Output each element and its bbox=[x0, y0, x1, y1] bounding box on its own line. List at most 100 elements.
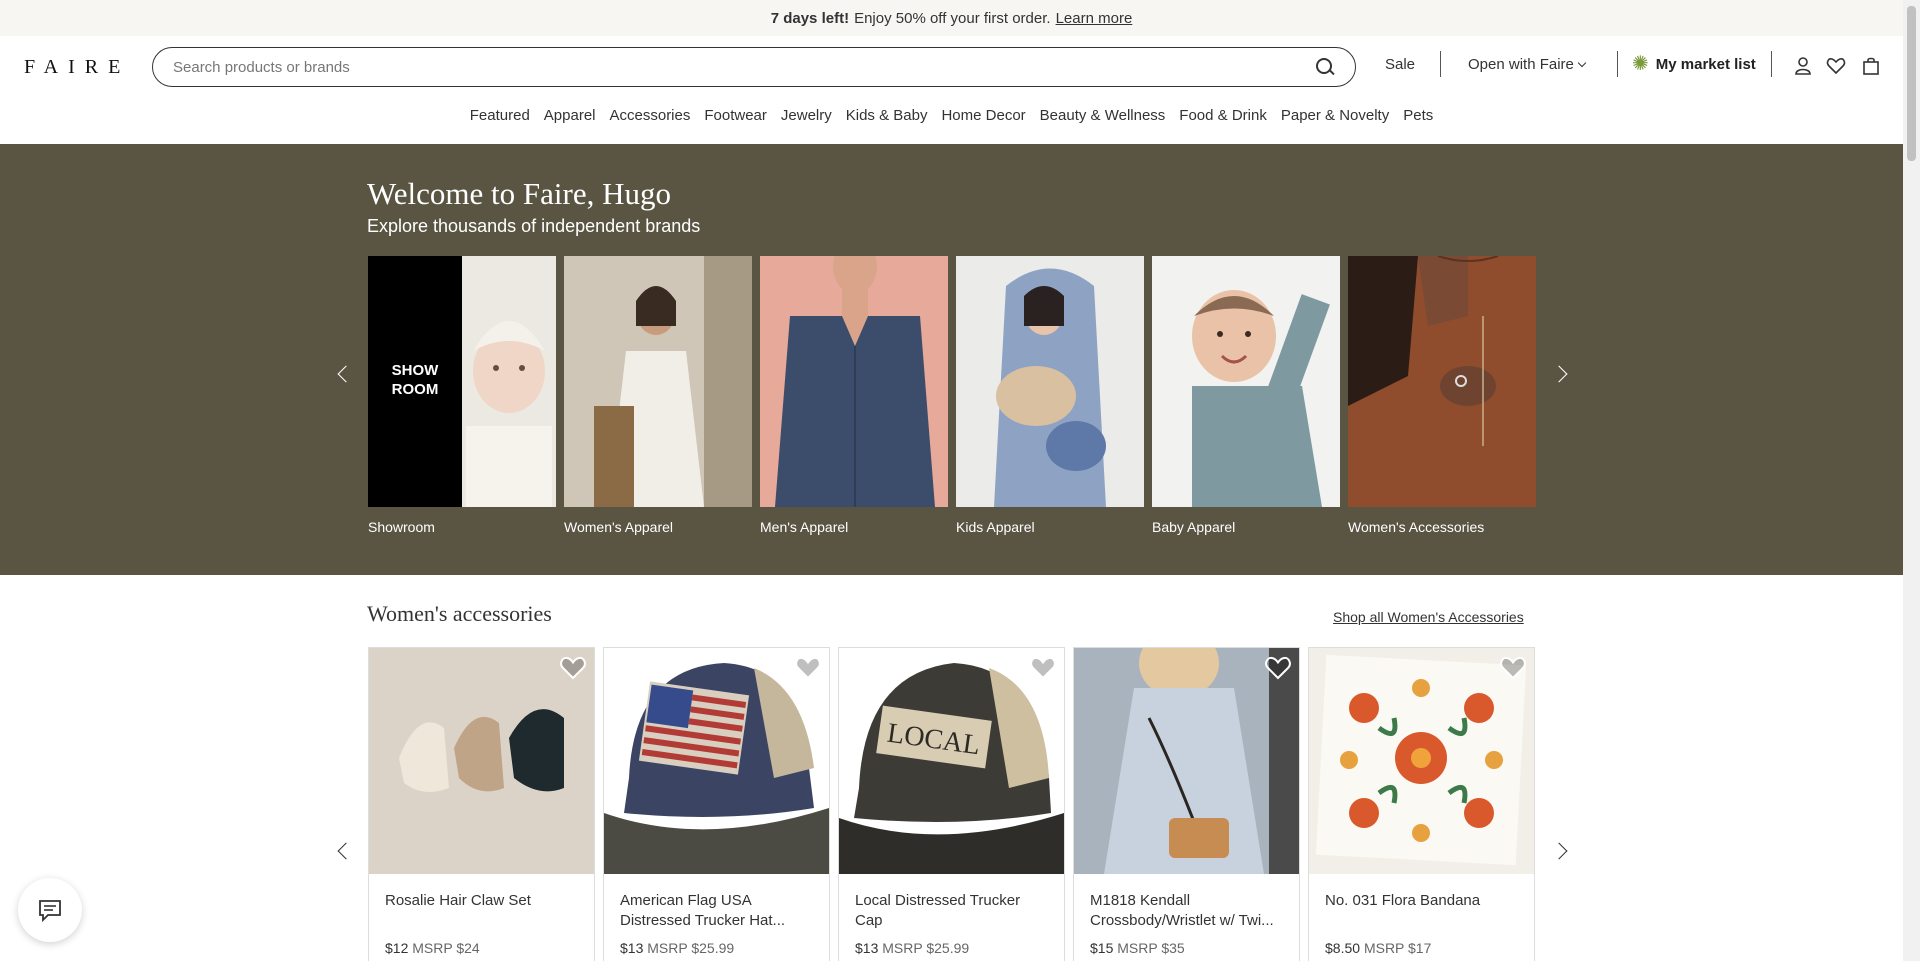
open-with-faire-dropdown[interactable]: Open with Faire bbox=[1468, 56, 1587, 73]
sale-link[interactable]: Sale bbox=[1385, 56, 1415, 73]
product-price: $12 MSRP $24 bbox=[369, 940, 594, 956]
product-image bbox=[369, 648, 594, 874]
heart-icon[interactable] bbox=[1030, 656, 1056, 680]
faire-logo[interactable]: FAIRE bbox=[24, 56, 130, 79]
product-image bbox=[1074, 648, 1299, 874]
product-image: LOCAL bbox=[839, 648, 1064, 874]
category-card-mens-apparel[interactable]: Men's Apparel bbox=[760, 256, 948, 535]
category-card-kids-apparel[interactable]: Kids Apparel bbox=[956, 256, 1144, 535]
nav-item-featured[interactable]: Featured bbox=[463, 107, 537, 124]
site-header: FAIRE Sale Open with Faire ✺ My market l… bbox=[0, 36, 1903, 96]
product-name[interactable]: No. 031 Flora Bandana bbox=[1309, 891, 1534, 931]
msrp-price: MSRP $25.99 bbox=[647, 940, 735, 956]
msrp-price: MSRP $24 bbox=[412, 940, 480, 956]
products-prev-arrow[interactable] bbox=[337, 842, 355, 860]
search-icon[interactable] bbox=[1315, 57, 1335, 77]
msrp-price: MSRP $35 bbox=[1117, 940, 1185, 956]
hero-title: Welcome to Faire, Hugo bbox=[367, 176, 671, 211]
page-scrollbar[interactable] bbox=[1903, 0, 1920, 961]
category-image bbox=[956, 256, 1144, 507]
heart-icon[interactable] bbox=[795, 656, 821, 680]
promo-banner-text: Enjoy 50% off your first order. bbox=[854, 9, 1051, 27]
product-price: $13 MSRP $25.99 bbox=[604, 940, 829, 956]
sunburst-icon: ✺ bbox=[1632, 53, 1649, 75]
wholesale-price: $13 bbox=[855, 940, 879, 956]
heart-icon[interactable] bbox=[560, 656, 586, 680]
search-bar bbox=[152, 47, 1356, 87]
nav-item-footwear[interactable]: Footwear bbox=[697, 107, 774, 124]
category-image bbox=[760, 256, 948, 507]
product-name[interactable]: Local Distressed Trucker Cap bbox=[839, 891, 1064, 931]
chat-icon bbox=[39, 900, 61, 923]
nav-item-pets[interactable]: Pets bbox=[1396, 107, 1440, 124]
heart-icon[interactable] bbox=[1500, 656, 1526, 680]
category-card-baby-apparel[interactable]: Baby Apparel bbox=[1152, 256, 1340, 535]
nav-item-paper-novelty[interactable]: Paper & Novelty bbox=[1274, 107, 1396, 124]
product-name[interactable]: Rosalie Hair Claw Set bbox=[369, 891, 594, 931]
hero-prev-arrow[interactable] bbox=[337, 365, 355, 383]
category-card-womens-accessories[interactable]: Women's Accessories bbox=[1348, 256, 1536, 535]
product-card[interactable]: LOCAL Local Distressed Trucker Cap $13 M… bbox=[838, 647, 1065, 961]
my-market-list-button[interactable]: ✺ My market list bbox=[1632, 54, 1756, 74]
open-with-faire-label: Open with Faire bbox=[1468, 56, 1574, 73]
product-image bbox=[604, 648, 829, 874]
hero-next-arrow[interactable] bbox=[1550, 365, 1568, 383]
product-card[interactable]: No. 031 Flora Bandana $8.50 MSRP $17 bbox=[1308, 647, 1535, 961]
product-name[interactable]: M1818 Kendall Crossbody/Wristlet w/ Twi.… bbox=[1074, 891, 1299, 931]
category-card-showroom[interactable]: SHOW ROOM Showroom bbox=[368, 256, 556, 535]
product-price: $15 MSRP $35 bbox=[1074, 940, 1299, 956]
promo-banner: 7 days left! Enjoy 50% off your first or… bbox=[0, 0, 1903, 36]
chevron-down-icon bbox=[1577, 58, 1587, 68]
products-next-arrow[interactable] bbox=[1550, 842, 1568, 860]
product-name[interactable]: American Flag USA Distressed Trucker Hat… bbox=[604, 891, 829, 931]
category-image bbox=[564, 256, 752, 507]
category-image: SHOW ROOM bbox=[368, 256, 556, 507]
product-image bbox=[1309, 648, 1534, 874]
product-price: $8.50 MSRP $17 bbox=[1309, 940, 1534, 956]
section-title: Women's accessories bbox=[367, 601, 552, 626]
heart-icon[interactable] bbox=[1265, 656, 1291, 680]
category-label: Showroom bbox=[368, 519, 435, 535]
hero-subtitle: Explore thousands of independent brands bbox=[367, 216, 701, 236]
nav-item-apparel[interactable]: Apparel bbox=[537, 107, 603, 124]
nav-item-food-drink[interactable]: Food & Drink bbox=[1172, 107, 1274, 124]
product-price: $13 MSRP $25.99 bbox=[839, 940, 1064, 956]
welcome-hero: Welcome to Faire, Hugo Explore thousands… bbox=[0, 144, 1903, 575]
wholesale-price: $12 bbox=[385, 940, 409, 956]
wholesale-price: $13 bbox=[620, 940, 644, 956]
nav-item-home-decor[interactable]: Home Decor bbox=[934, 107, 1032, 124]
my-market-list-label: My market list bbox=[1655, 55, 1756, 73]
category-label: Men's Apparel bbox=[760, 519, 849, 535]
nav-item-beauty-wellness[interactable]: Beauty & Wellness bbox=[1033, 107, 1173, 124]
nav-item-accessories[interactable]: Accessories bbox=[603, 107, 698, 124]
category-card-womens-apparel[interactable]: Women's Apparel bbox=[564, 256, 752, 535]
category-nav: Featured Apparel Accessories Footwear Je… bbox=[0, 107, 1903, 124]
chat-button[interactable] bbox=[18, 878, 82, 942]
shop-all-link[interactable]: Shop all Women's Accessories bbox=[1333, 609, 1524, 625]
header-divider bbox=[1440, 51, 1441, 77]
msrp-price: MSRP $25.99 bbox=[882, 940, 970, 956]
nav-item-kids-baby[interactable]: Kids & Baby bbox=[839, 107, 935, 124]
category-image bbox=[1152, 256, 1340, 507]
scrollbar-thumb[interactable] bbox=[1907, 6, 1916, 161]
header-divider bbox=[1617, 51, 1618, 77]
product-card[interactable]: Rosalie Hair Claw Set $12 MSRP $24 bbox=[368, 647, 595, 961]
header-divider bbox=[1771, 51, 1772, 77]
category-label: Women's Apparel bbox=[564, 519, 674, 535]
search-input[interactable] bbox=[173, 58, 1315, 76]
category-image bbox=[1348, 256, 1536, 507]
category-label: Women's Accessories bbox=[1348, 519, 1485, 535]
nav-item-jewelry[interactable]: Jewelry bbox=[774, 107, 839, 124]
account-icon[interactable] bbox=[1793, 56, 1813, 76]
showroom-overlay-line2: ROOM bbox=[391, 381, 439, 398]
category-label: Kids Apparel bbox=[956, 519, 1035, 535]
msrp-price: MSRP $17 bbox=[1363, 940, 1432, 956]
heart-icon[interactable] bbox=[1826, 56, 1846, 76]
learn-more-link[interactable]: Learn more bbox=[1056, 10, 1133, 27]
category-label: Baby Apparel bbox=[1152, 519, 1236, 535]
wholesale-price: $15 bbox=[1090, 940, 1114, 956]
promo-banner-bold: 7 days left! bbox=[770, 9, 850, 27]
product-card[interactable]: American Flag USA Distressed Trucker Hat… bbox=[603, 647, 830, 961]
product-card[interactable]: M1818 Kendall Crossbody/Wristlet w/ Twi.… bbox=[1073, 647, 1300, 961]
bag-icon[interactable] bbox=[1861, 56, 1881, 76]
